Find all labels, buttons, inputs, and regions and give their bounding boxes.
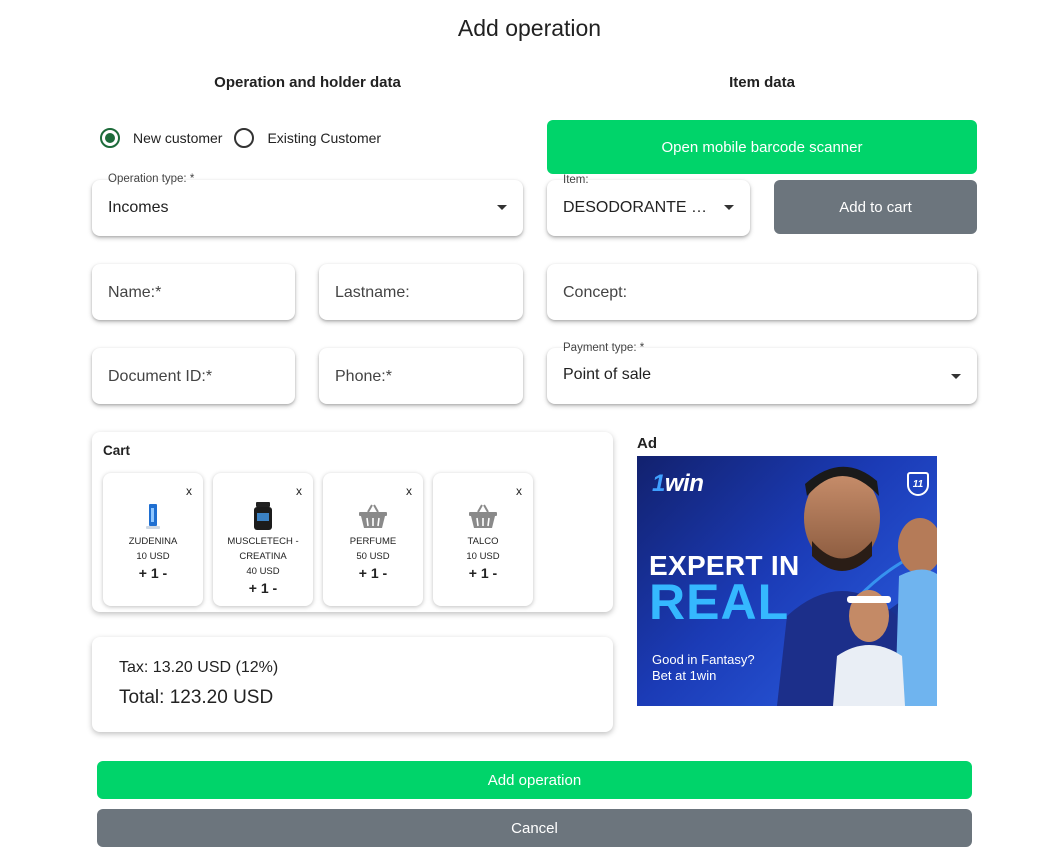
name-placeholder: Name:* [108,284,162,301]
add-operation-modal: Add operation Operation and holder data … [0,0,1059,866]
cart-item-name: MUSCLETECH - CREATINA [227,536,299,562]
cart-item: x TALCO 10 USD + 1 - [433,473,533,606]
cart-title: Cart [103,443,131,458]
total-amount: Total: 123.20 USD [119,687,274,708]
existing-customer-label[interactable]: Existing Customer [267,130,381,146]
cart-item: x MUSCLETECH - CREATINA 40 USD + 1 - [213,473,313,606]
ad-brand-text: 1win [652,470,704,497]
chevron-down-icon [951,374,961,379]
name-field[interactable]: Name:* [92,264,295,320]
remove-item-button[interactable]: x [296,484,302,498]
lastname-field[interactable]: Lastname: [319,264,523,320]
cart-item-price: 40 USD [246,566,280,577]
ad-tagline-1: Good in Fantasy? [652,652,755,667]
operation-type-label: Operation type: * [108,173,195,185]
concept-field[interactable]: Concept: [547,264,977,320]
remove-item-button[interactable]: x [186,484,192,498]
ad-tagline: Good in Fantasy? Bet at 1win [652,652,755,684]
quantity-stepper[interactable]: + 1 - [107,564,199,582]
cart-item-name: PERFUME [349,536,397,547]
quantity-stepper[interactable]: + 1 - [327,564,419,582]
quantity-stepper[interactable]: + 1 - [217,579,309,597]
chevron-down-icon [724,205,734,210]
operation-type-select[interactable]: Operation type: * Incomes [92,173,523,236]
cart-item-price: 10 USD [466,551,500,562]
cancel-button[interactable]: Cancel [97,809,972,847]
document-id-field[interactable]: Document ID:* [92,348,295,404]
payment-type-select[interactable]: Payment type: * Point of sale [547,342,977,404]
ad-headline-2: REAL [649,574,790,630]
basket-icon [358,501,388,531]
ad-badge-icon: 11 [907,472,929,496]
cart-item: x PERFUME 50 USD + 1 - [323,473,423,606]
payment-type-value: Point of sale [563,366,652,383]
ad-tagline-2: Bet at 1win [652,668,717,683]
operation-type-value: Incomes [108,199,169,216]
product-jar-icon [248,501,278,531]
item-section-heading: Item data [729,74,795,91]
cart-item: x ZUDENINA 10 USD + 1 - [103,473,203,606]
add-to-cart-button[interactable]: Add to cart [774,180,977,234]
add-operation-button[interactable]: Add operation [97,761,972,799]
quantity-stepper[interactable]: + 1 - [437,564,529,582]
lastname-placeholder: Lastname: [335,284,410,301]
cart-item-name: ZUDENINA [128,536,178,547]
document-id-placeholder: Document ID:* [108,368,213,385]
product-tube-icon [138,501,168,531]
payment-type-label: Payment type: * [563,342,645,354]
modal-title: Add operation [457,15,602,41]
ad-banner[interactable]: 1win 11 EXPERT IN REAL Good in Fantasy? … [637,456,937,706]
existing-customer-radio[interactable] [234,128,255,148]
ad-brand-logo: 1win [652,470,704,498]
item-value: DESODORANTE RE... [563,199,718,216]
tax-amount: Tax: 13.20 USD (12%) [119,659,279,676]
cart-panel: Cart x ZUDENINA 10 USD + 1 - x MUSCLETEC… [92,432,613,612]
totals-panel: Tax: 13.20 USD (12%) Total: 123.20 USD [92,637,613,732]
customer-type-radio-group: New customer Existing Customer [100,128,393,148]
new-customer-radio[interactable] [100,128,120,148]
ad-label: Ad [637,435,657,452]
open-barcode-scanner-button[interactable]: Open mobile barcode scanner [547,120,977,174]
new-customer-label[interactable]: New customer [133,130,222,146]
remove-item-button[interactable]: x [406,484,412,498]
remove-item-button[interactable]: x [516,484,522,498]
cart-item-price: 50 USD [356,551,390,562]
chevron-down-icon [497,205,507,210]
phone-field[interactable]: Phone:* [319,348,523,404]
cart-item-name: TALCO [467,536,499,547]
phone-placeholder: Phone:* [335,368,392,385]
cart-item-price: 10 USD [136,551,170,562]
item-select[interactable]: Item: DESODORANTE RE... [547,174,750,236]
holder-section-heading: Operation and holder data [214,74,401,91]
basket-icon [468,501,498,531]
concept-placeholder: Concept: [563,284,628,301]
item-label: Item: [563,174,589,186]
